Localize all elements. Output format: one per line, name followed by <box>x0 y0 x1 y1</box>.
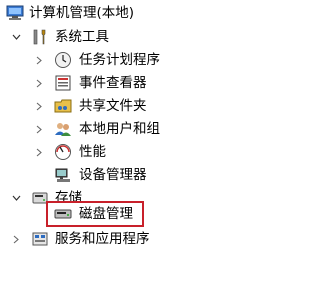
tree-item-shared-folders[interactable]: 共享文件夹 <box>0 95 238 117</box>
tree-item-label: 系统工具 <box>55 29 109 45</box>
tree-item-label: 服务和应用程序 <box>55 231 150 247</box>
tree-item-label: 本地用户和组 <box>79 121 160 137</box>
tree-item-root[interactable]: 计算机管理(本地) <box>0 2 238 24</box>
tree-item-label: 磁盘管理 <box>79 206 133 222</box>
event-viewer-icon <box>54 74 72 92</box>
tree-item-disk-management[interactable]: 磁盘管理 <box>0 203 238 225</box>
tree-item-label: 性能 <box>79 144 106 160</box>
chevron-right-icon[interactable] <box>33 141 45 163</box>
disk-icon <box>54 205 72 223</box>
tree-item-device-manager[interactable]: 设备管理器 <box>0 164 238 186</box>
tree-item-event-viewer[interactable]: 事件查看器 <box>0 72 238 94</box>
tree-item-system-tools[interactable]: 系统工具 <box>0 26 238 48</box>
performance-icon <box>54 143 72 161</box>
tree-item-local-users-groups[interactable]: 本地用户和组 <box>0 118 238 140</box>
users-icon <box>54 120 72 138</box>
chevron-right-icon[interactable] <box>10 228 22 250</box>
tree-item-performance[interactable]: 性能 <box>0 141 238 163</box>
tree-item-task-scheduler[interactable]: 任务计划程序 <box>0 49 238 71</box>
clock-icon <box>54 51 72 69</box>
tree-item-label: 任务计划程序 <box>79 52 160 68</box>
chevron-right-icon[interactable] <box>33 95 45 117</box>
shared-folder-icon <box>54 97 72 115</box>
chevron-right-icon[interactable] <box>33 49 45 71</box>
computer-icon <box>6 4 24 22</box>
chevron-right-icon[interactable] <box>33 118 45 140</box>
tree-item-label: 设备管理器 <box>79 167 147 183</box>
computer-management-tree: 计算机管理(本地) 系统工具 任务计划程序 事件查看器 共享文件夹 本地用户和组… <box>0 0 238 292</box>
tree-item-services-applications[interactable]: 服务和应用程序 <box>0 228 238 250</box>
chevron-right-icon[interactable] <box>33 72 45 94</box>
chevron-down-icon[interactable] <box>10 26 22 48</box>
device-manager-icon <box>54 166 72 184</box>
tools-icon <box>31 28 49 46</box>
tree-item-label: 共享文件夹 <box>79 98 147 114</box>
tree-item-label: 事件查看器 <box>79 75 147 91</box>
services-icon <box>31 230 49 248</box>
tree-item-label: 计算机管理(本地) <box>29 5 135 21</box>
